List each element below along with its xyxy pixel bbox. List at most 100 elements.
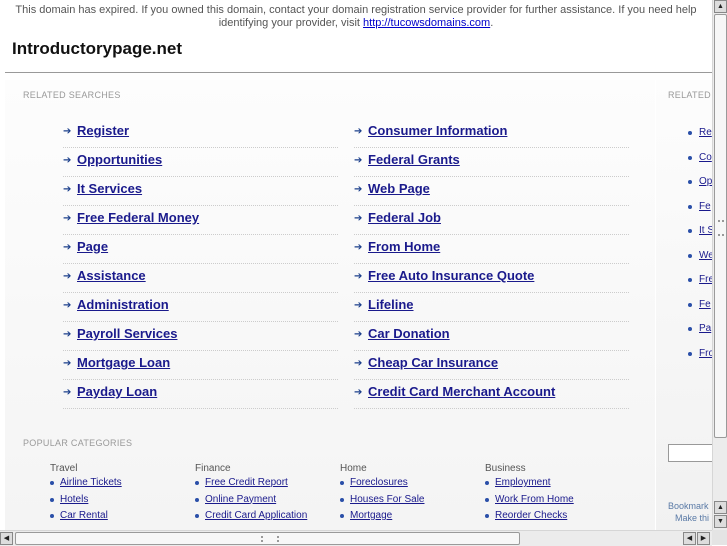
category-link[interactable]: Mortgage (350, 510, 392, 521)
sidebar-link[interactable]: Op (699, 176, 712, 187)
related-search-item[interactable]: ➔ Free Federal Money (63, 205, 338, 235)
category-item[interactable]: Foreclosures (340, 477, 480, 494)
sidebar-search-input[interactable] (668, 444, 712, 462)
sidebar-link[interactable]: Fro (699, 348, 712, 359)
related-search-item[interactable]: ➔ Consumer Information (354, 118, 629, 148)
related-search-link[interactable]: Consumer Information (368, 123, 507, 138)
sidebar-link-item[interactable]: Fro (688, 348, 712, 360)
related-search-link[interactable]: Cheap Car Insurance (368, 355, 498, 370)
sidebar-link-item[interactable]: It S (688, 225, 712, 237)
tucows-link[interactable]: http://tucowsdomains.com (363, 17, 490, 29)
sidebar-link-item[interactable]: Fe (688, 201, 712, 213)
sidebar-link[interactable]: Pa (699, 323, 711, 334)
sidebar-link-item[interactable]: Pa (688, 323, 712, 335)
scroll-up-button-lower[interactable]: ▲ (714, 501, 727, 514)
horizontal-scrollbar[interactable]: ◀ ◀ ▶ (0, 530, 712, 546)
related-search-item[interactable]: ➔ Payroll Services (63, 321, 338, 351)
sidebar-link[interactable]: Fre (699, 274, 712, 285)
related-search-link[interactable]: Mortgage Loan (77, 355, 170, 370)
related-search-item[interactable]: ➔ Federal Job (354, 205, 629, 235)
category-column: Finance Free Credit Report Online Payment C… (195, 463, 335, 527)
category-item[interactable]: Credit Card Application (195, 510, 335, 527)
related-search-item[interactable]: ➔ Opportunities (63, 147, 338, 177)
sidebar-link-item[interactable]: Fre (688, 274, 712, 286)
related-search-item[interactable]: ➔ Page (63, 234, 338, 264)
category-item[interactable]: Airline Tickets (50, 477, 190, 494)
related-search-item[interactable]: ➔ From Home (354, 234, 629, 264)
sidebar-link-item[interactable]: Co (688, 152, 712, 164)
related-search-link[interactable]: Register (77, 123, 129, 138)
sidebar-link[interactable]: Re (699, 127, 712, 138)
related-search-item[interactable]: ➔ Administration (63, 292, 338, 322)
related-search-link[interactable]: Administration (77, 297, 169, 312)
related-search-item[interactable]: ➔ Payday Loan (63, 379, 338, 409)
category-link[interactable]: Houses For Sale (350, 494, 424, 505)
category-link[interactable]: Reorder Checks (495, 510, 567, 521)
related-search-link[interactable]: Web Page (368, 181, 430, 196)
category-link[interactable]: Hotels (60, 494, 88, 505)
related-search-item[interactable]: ➔ Free Auto Insurance Quote (354, 263, 629, 293)
category-item[interactable]: Reorder Checks (485, 510, 625, 527)
category-link[interactable]: Foreclosures (350, 477, 408, 488)
related-search-link[interactable]: Assistance (77, 268, 146, 283)
related-search-item[interactable]: ➔ Web Page (354, 176, 629, 206)
related-search-link[interactable]: Free Federal Money (77, 210, 199, 225)
related-search-item[interactable]: ➔ Mortgage Loan (63, 350, 338, 380)
related-search-link[interactable]: Car Donation (368, 326, 450, 341)
related-search-link[interactable]: From Home (368, 239, 440, 254)
arrow-icon: ➔ (354, 184, 363, 195)
related-search-link[interactable]: Federal Grants (368, 152, 460, 167)
sidebar-link[interactable]: It S (699, 225, 712, 236)
category-link[interactable]: Employment (495, 477, 551, 488)
related-search-item[interactable]: ➔ Lifeline (354, 292, 629, 322)
related-search-link[interactable]: Page (77, 239, 108, 254)
category-item[interactable]: Car Rental (50, 510, 190, 527)
related-search-link[interactable]: Lifeline (368, 297, 414, 312)
category-link[interactable]: Online Payment (205, 494, 276, 505)
related-search-item[interactable]: ➔ Car Donation (354, 321, 629, 351)
sidebar-link[interactable]: Fe (699, 299, 711, 310)
sidebar-link[interactable]: Fe (699, 201, 711, 212)
scroll-left-button-right[interactable]: ◀ (683, 532, 696, 545)
category-link[interactable]: Airline Tickets (60, 477, 122, 488)
category-item[interactable]: Houses For Sale (340, 494, 480, 511)
related-search-link[interactable]: Payday Loan (77, 384, 157, 399)
sidebar-link-item[interactable]: Op (688, 176, 712, 188)
related-search-link[interactable]: Federal Job (368, 210, 441, 225)
category-item[interactable]: Hotels (50, 494, 190, 511)
related-search-link[interactable]: Free Auto Insurance Quote (368, 268, 534, 283)
category-link[interactable]: Car Rental (60, 510, 108, 521)
related-search-item[interactable]: ➔ Cheap Car Insurance (354, 350, 629, 380)
scroll-up-button[interactable]: ▲ (714, 0, 727, 13)
scroll-down-button[interactable]: ▼ (714, 515, 727, 528)
related-search-item[interactable]: ➔ Federal Grants (354, 147, 629, 177)
scroll-right-button[interactable]: ▶ (697, 532, 710, 545)
category-item[interactable]: Online Payment (195, 494, 335, 511)
category-link[interactable]: Credit Card Application (205, 510, 307, 521)
arrow-icon: ➔ (63, 358, 72, 369)
sidebar-link[interactable]: We (699, 250, 712, 261)
vertical-scroll-thumb[interactable] (714, 14, 727, 438)
horizontal-scroll-thumb[interactable] (15, 532, 520, 545)
related-search-link[interactable]: It Services (77, 181, 142, 196)
related-search-link[interactable]: Opportunities (77, 152, 162, 167)
category-item[interactable]: Free Credit Report (195, 477, 335, 494)
sidebar-link-item[interactable]: Fe (688, 299, 712, 311)
scroll-left-button[interactable]: ◀ (0, 532, 13, 545)
related-search-item[interactable]: ➔ Assistance (63, 263, 338, 293)
related-search-link[interactable]: Payroll Services (77, 326, 177, 341)
category-item[interactable]: Work From Home (485, 494, 625, 511)
vertical-scrollbar[interactable]: ▲ ▲ ▼ (712, 0, 727, 530)
category-link[interactable]: Free Credit Report (205, 477, 288, 488)
sidebar-link[interactable]: Co (699, 152, 712, 163)
sidebar-link-item[interactable]: Re (688, 127, 712, 139)
related-search-item[interactable]: ➔ It Services (63, 176, 338, 206)
related-search-item[interactable]: ➔ Register (63, 118, 338, 148)
related-search-item[interactable]: ➔ Credit Card Merchant Account (354, 379, 629, 409)
related-search-link[interactable]: Credit Card Merchant Account (368, 384, 555, 399)
sidebar-link-item[interactable]: We (688, 250, 712, 262)
category-item[interactable]: Employment (485, 477, 625, 494)
category-item[interactable]: Mortgage (340, 510, 480, 527)
sidebar-bookmark[interactable]: Bookmark Make thi (668, 500, 709, 524)
category-link[interactable]: Work From Home (495, 494, 574, 505)
